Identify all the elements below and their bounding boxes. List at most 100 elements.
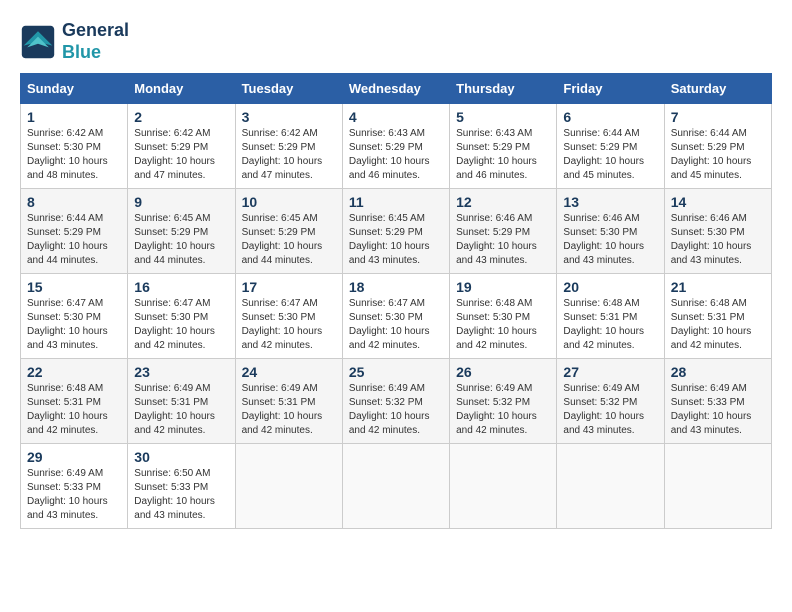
day-info: Sunrise: 6:49 AM Sunset: 5:31 PM Dayligh… [242,382,336,438]
day-info: Sunrise: 6:44 AM Sunset: 5:29 PM Dayligh… [27,212,121,268]
day-number: 14 [671,194,765,210]
day-cell: 30 Sunrise: 6:50 AM Sunset: 5:33 PM Dayl… [128,444,235,529]
day-number: 28 [671,364,765,380]
day-cell: 14 Sunrise: 6:46 AM Sunset: 5:30 PM Dayl… [664,189,771,274]
day-cell: 9 Sunrise: 6:45 AM Sunset: 5:29 PM Dayli… [128,189,235,274]
day-info: Sunrise: 6:47 AM Sunset: 5:30 PM Dayligh… [27,297,121,353]
day-cell: 8 Sunrise: 6:44 AM Sunset: 5:29 PM Dayli… [21,189,128,274]
day-cell: 7 Sunrise: 6:44 AM Sunset: 5:29 PM Dayli… [664,104,771,189]
day-info: Sunrise: 6:46 AM Sunset: 5:30 PM Dayligh… [563,212,657,268]
day-cell: 19 Sunrise: 6:48 AM Sunset: 5:30 PM Dayl… [450,274,557,359]
day-number: 5 [456,109,550,125]
day-info: Sunrise: 6:42 AM Sunset: 5:30 PM Dayligh… [27,127,121,183]
day-cell: 17 Sunrise: 6:47 AM Sunset: 5:30 PM Dayl… [235,274,342,359]
day-number: 10 [242,194,336,210]
day-info: Sunrise: 6:43 AM Sunset: 5:29 PM Dayligh… [349,127,443,183]
day-number: 27 [563,364,657,380]
day-cell: 11 Sunrise: 6:45 AM Sunset: 5:29 PM Dayl… [342,189,449,274]
column-header-wednesday: Wednesday [342,74,449,104]
day-cell: 27 Sunrise: 6:49 AM Sunset: 5:32 PM Dayl… [557,359,664,444]
day-info: Sunrise: 6:48 AM Sunset: 5:31 PM Dayligh… [563,297,657,353]
day-info: Sunrise: 6:49 AM Sunset: 5:33 PM Dayligh… [671,382,765,438]
day-number: 24 [242,364,336,380]
day-cell: 6 Sunrise: 6:44 AM Sunset: 5:29 PM Dayli… [557,104,664,189]
column-header-sunday: Sunday [21,74,128,104]
week-row-5: 29 Sunrise: 6:49 AM Sunset: 5:33 PM Dayl… [21,444,772,529]
day-number: 3 [242,109,336,125]
day-info: Sunrise: 6:46 AM Sunset: 5:30 PM Dayligh… [671,212,765,268]
day-cell: 25 Sunrise: 6:49 AM Sunset: 5:32 PM Dayl… [342,359,449,444]
logo-text: General Blue [62,20,129,63]
day-cell: 23 Sunrise: 6:49 AM Sunset: 5:31 PM Dayl… [128,359,235,444]
day-cell: 20 Sunrise: 6:48 AM Sunset: 5:31 PM Dayl… [557,274,664,359]
day-info: Sunrise: 6:47 AM Sunset: 5:30 PM Dayligh… [134,297,228,353]
day-cell: 13 Sunrise: 6:46 AM Sunset: 5:30 PM Dayl… [557,189,664,274]
day-cell [450,444,557,529]
day-info: Sunrise: 6:43 AM Sunset: 5:29 PM Dayligh… [456,127,550,183]
day-number: 11 [349,194,443,210]
day-cell: 24 Sunrise: 6:49 AM Sunset: 5:31 PM Dayl… [235,359,342,444]
day-cell: 4 Sunrise: 6:43 AM Sunset: 5:29 PM Dayli… [342,104,449,189]
day-info: Sunrise: 6:49 AM Sunset: 5:32 PM Dayligh… [563,382,657,438]
day-number: 30 [134,449,228,465]
day-info: Sunrise: 6:49 AM Sunset: 5:33 PM Dayligh… [27,467,121,523]
day-cell: 28 Sunrise: 6:49 AM Sunset: 5:33 PM Dayl… [664,359,771,444]
week-row-4: 22 Sunrise: 6:48 AM Sunset: 5:31 PM Dayl… [21,359,772,444]
calendar-table: SundayMondayTuesdayWednesdayThursdayFrid… [20,73,772,529]
day-info: Sunrise: 6:49 AM Sunset: 5:32 PM Dayligh… [349,382,443,438]
day-cell: 18 Sunrise: 6:47 AM Sunset: 5:30 PM Dayl… [342,274,449,359]
day-number: 7 [671,109,765,125]
day-cell: 15 Sunrise: 6:47 AM Sunset: 5:30 PM Dayl… [21,274,128,359]
day-number: 25 [349,364,443,380]
day-info: Sunrise: 6:45 AM Sunset: 5:29 PM Dayligh… [242,212,336,268]
day-cell: 3 Sunrise: 6:42 AM Sunset: 5:29 PM Dayli… [235,104,342,189]
day-cell: 22 Sunrise: 6:48 AM Sunset: 5:31 PM Dayl… [21,359,128,444]
day-cell: 5 Sunrise: 6:43 AM Sunset: 5:29 PM Dayli… [450,104,557,189]
day-info: Sunrise: 6:48 AM Sunset: 5:30 PM Dayligh… [456,297,550,353]
week-row-2: 8 Sunrise: 6:44 AM Sunset: 5:29 PM Dayli… [21,189,772,274]
day-number: 19 [456,279,550,295]
page-header: General Blue [20,20,772,63]
day-info: Sunrise: 6:46 AM Sunset: 5:29 PM Dayligh… [456,212,550,268]
day-info: Sunrise: 6:42 AM Sunset: 5:29 PM Dayligh… [242,127,336,183]
day-number: 22 [27,364,121,380]
day-cell [557,444,664,529]
day-number: 23 [134,364,228,380]
day-info: Sunrise: 6:47 AM Sunset: 5:30 PM Dayligh… [349,297,443,353]
column-header-friday: Friday [557,74,664,104]
day-number: 29 [27,449,121,465]
day-info: Sunrise: 6:48 AM Sunset: 5:31 PM Dayligh… [27,382,121,438]
column-header-monday: Monday [128,74,235,104]
day-number: 21 [671,279,765,295]
day-number: 9 [134,194,228,210]
day-cell: 26 Sunrise: 6:49 AM Sunset: 5:32 PM Dayl… [450,359,557,444]
column-header-thursday: Thursday [450,74,557,104]
day-number: 6 [563,109,657,125]
day-cell: 1 Sunrise: 6:42 AM Sunset: 5:30 PM Dayli… [21,104,128,189]
column-header-tuesday: Tuesday [235,74,342,104]
day-info: Sunrise: 6:44 AM Sunset: 5:29 PM Dayligh… [671,127,765,183]
day-info: Sunrise: 6:47 AM Sunset: 5:30 PM Dayligh… [242,297,336,353]
day-cell: 29 Sunrise: 6:49 AM Sunset: 5:33 PM Dayl… [21,444,128,529]
day-number: 13 [563,194,657,210]
day-cell: 2 Sunrise: 6:42 AM Sunset: 5:29 PM Dayli… [128,104,235,189]
logo: General Blue [20,20,129,63]
day-number: 2 [134,109,228,125]
day-number: 17 [242,279,336,295]
day-number: 18 [349,279,443,295]
day-info: Sunrise: 6:45 AM Sunset: 5:29 PM Dayligh… [134,212,228,268]
week-row-3: 15 Sunrise: 6:47 AM Sunset: 5:30 PM Dayl… [21,274,772,359]
day-info: Sunrise: 6:48 AM Sunset: 5:31 PM Dayligh… [671,297,765,353]
day-info: Sunrise: 6:49 AM Sunset: 5:32 PM Dayligh… [456,382,550,438]
day-cell: 12 Sunrise: 6:46 AM Sunset: 5:29 PM Dayl… [450,189,557,274]
day-info: Sunrise: 6:50 AM Sunset: 5:33 PM Dayligh… [134,467,228,523]
day-info: Sunrise: 6:42 AM Sunset: 5:29 PM Dayligh… [134,127,228,183]
day-cell [664,444,771,529]
day-number: 15 [27,279,121,295]
day-info: Sunrise: 6:44 AM Sunset: 5:29 PM Dayligh… [563,127,657,183]
day-cell [342,444,449,529]
day-info: Sunrise: 6:49 AM Sunset: 5:31 PM Dayligh… [134,382,228,438]
logo-icon [20,24,56,60]
week-row-1: 1 Sunrise: 6:42 AM Sunset: 5:30 PM Dayli… [21,104,772,189]
day-number: 1 [27,109,121,125]
